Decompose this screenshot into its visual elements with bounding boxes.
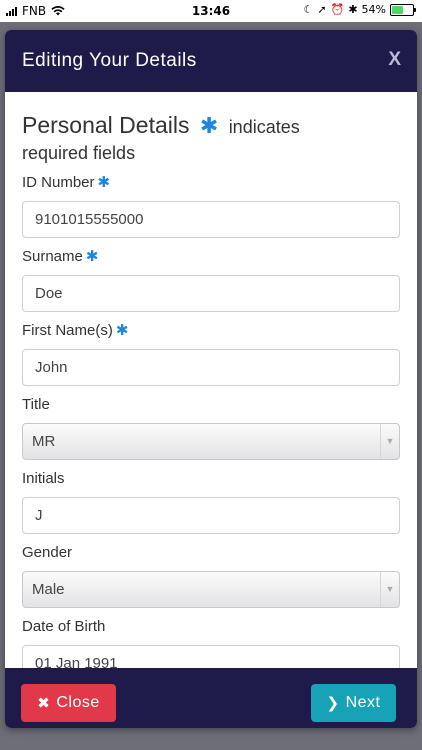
section-title: Personal Details ✱ indicates	[22, 111, 400, 141]
next-button[interactable]: ❯ Next	[311, 684, 396, 722]
id-number-label-text: ID Number	[22, 174, 95, 191]
surname-input[interactable]	[22, 275, 400, 312]
moon-icon: ☾	[303, 3, 314, 16]
gender-select-value: Male	[32, 581, 65, 598]
initials-label: Initials	[22, 470, 65, 487]
first-names-label-text: First Name(s)	[22, 322, 113, 339]
section-title-text: Personal Details	[22, 112, 190, 138]
title-select-value: MR	[32, 433, 56, 450]
bluetooth-icon: ✱	[348, 3, 358, 16]
battery-percent: 54%	[361, 3, 386, 16]
id-number-input[interactable]	[22, 201, 400, 238]
edit-details-modal: Editing Your Details X Personal Details …	[5, 30, 417, 728]
close-icon[interactable]: X	[388, 49, 401, 71]
status-bar: FNB 13:46 ☾ ➚ ⏰ ✱ 54%	[0, 0, 422, 22]
close-button[interactable]: ✖ Close	[21, 684, 116, 722]
modal-body[interactable]: Personal Details ✱ indicates required fi…	[5, 92, 417, 668]
required-star-icon: ✱	[115, 322, 129, 339]
next-button-label: Next	[345, 694, 381, 711]
gender-select[interactable]: Male ▼	[22, 571, 400, 608]
required-star-icon: ✱	[97, 174, 111, 191]
chevron-down-icon: ▼	[380, 572, 399, 607]
title-label: Title	[22, 396, 50, 413]
modal-footer: ✖ Close ❯ Next	[5, 668, 417, 728]
modal-title: Editing Your Details	[22, 50, 197, 71]
dob-input[interactable]	[22, 645, 400, 668]
app-screen: FNB 13:46 ☾ ➚ ⏰ ✱ 54% Editing Your Detai…	[0, 0, 422, 750]
location-arrow-icon: ➚	[317, 3, 327, 16]
required-star-icon: ✱	[199, 113, 219, 138]
first-names-input[interactable]	[22, 349, 400, 386]
required-note-line2: required fields	[22, 143, 136, 163]
status-right: ☾ ➚ ⏰ ✱ 54%	[303, 3, 416, 16]
dob-label: Date of Birth	[22, 618, 106, 635]
battery-fill	[392, 5, 403, 14]
chevron-right-icon: ❯	[326, 695, 340, 712]
chevron-down-icon: ▼	[380, 424, 399, 459]
surname-label-text: Surname	[22, 248, 83, 265]
id-number-label: ID Number ✱	[22, 172, 400, 194]
required-star-icon: ✱	[85, 248, 99, 265]
alarm-icon: ⏰	[330, 3, 345, 16]
close-button-label: Close	[56, 694, 100, 711]
gender-label: Gender	[22, 544, 73, 561]
surname-label: Surname ✱	[22, 246, 400, 268]
required-note: indicates	[228, 117, 300, 137]
initials-input[interactable]	[22, 497, 400, 534]
modal-header: Editing Your Details X	[5, 30, 417, 92]
close-icon: ✖	[37, 695, 51, 712]
title-select[interactable]: MR ▼	[22, 423, 400, 460]
first-names-label: First Name(s) ✱	[22, 320, 400, 342]
battery-icon	[390, 3, 416, 16]
